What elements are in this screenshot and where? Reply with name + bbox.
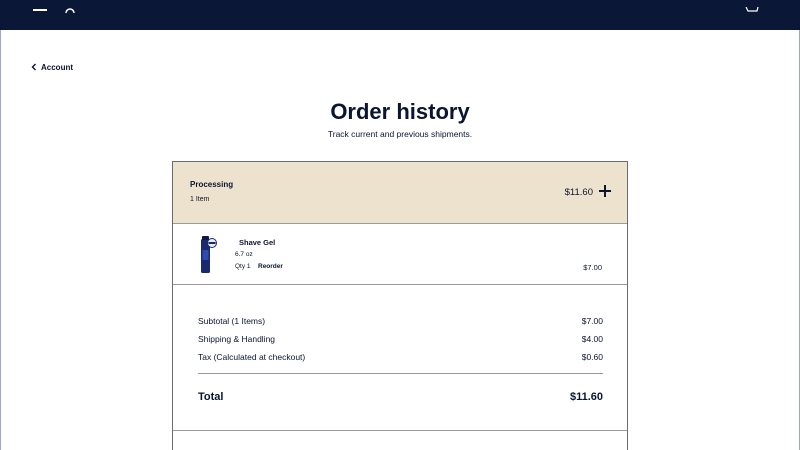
subtotal-value: $7.00 — [581, 316, 603, 326]
product-image[interactable] — [198, 236, 218, 274]
order-item-count: 1 Item — [190, 196, 210, 203]
tax-value: $0.60 — [581, 352, 603, 362]
tax-row: Tax (Calculated at checkout) $0.60 — [198, 348, 603, 366]
tax-label: Tax (Calculated at checkout) — [198, 352, 306, 362]
subtotal-row: Subtotal (1 Items) $7.00 — [198, 312, 603, 330]
product-price: $7.00 — [583, 263, 602, 272]
product-name[interactable]: Shave Gel — [239, 238, 275, 247]
total-row: Total $11.60 — [198, 391, 603, 403]
order-header[interactable]: Processing 1 Item $11.60 — [173, 162, 627, 224]
menu-icon[interactable] — [32, 0, 48, 11]
cart-icon[interactable] — [744, 0, 760, 12]
back-link-label: Account — [41, 62, 73, 72]
top-navigation-bar — [0, 0, 800, 30]
page-subtitle: Track current and previous shipments. — [327, 129, 473, 139]
shipping-label: Shipping & Handling — [198, 334, 276, 344]
product-size: 6.7 oz — [235, 251, 253, 258]
order-summary: Subtotal (1 Items) $7.00 Shipping & Hand… — [198, 312, 603, 366]
reorder-link[interactable]: Reorder — [258, 263, 283, 270]
order-card: Processing 1 Item $11.60 Shave Gel 6.7 o… — [172, 161, 628, 450]
expand-order-button[interactable] — [599, 185, 611, 197]
summary-divider — [198, 373, 603, 374]
page-title: Order history — [330, 99, 470, 124]
product-quantity: Qty 1 — [235, 263, 251, 270]
user-icon[interactable] — [64, 0, 76, 14]
chevron-left-icon — [31, 63, 36, 71]
total-label: Total — [198, 391, 224, 403]
shipping-row: Shipping & Handling $4.00 — [198, 330, 603, 348]
order-line-item: Shave Gel 6.7 oz Qty 1 Reorder $7.00 — [173, 224, 627, 285]
subtotal-label: Subtotal (1 Items) — [198, 316, 266, 326]
order-header-total: $11.60 — [564, 187, 593, 198]
shipping-value: $4.00 — [581, 334, 603, 344]
total-value: $11.60 — [569, 391, 603, 403]
order-status: Processing — [190, 180, 234, 189]
back-to-account-link[interactable]: Account — [31, 61, 73, 73]
card-bottom-divider — [173, 430, 627, 431]
